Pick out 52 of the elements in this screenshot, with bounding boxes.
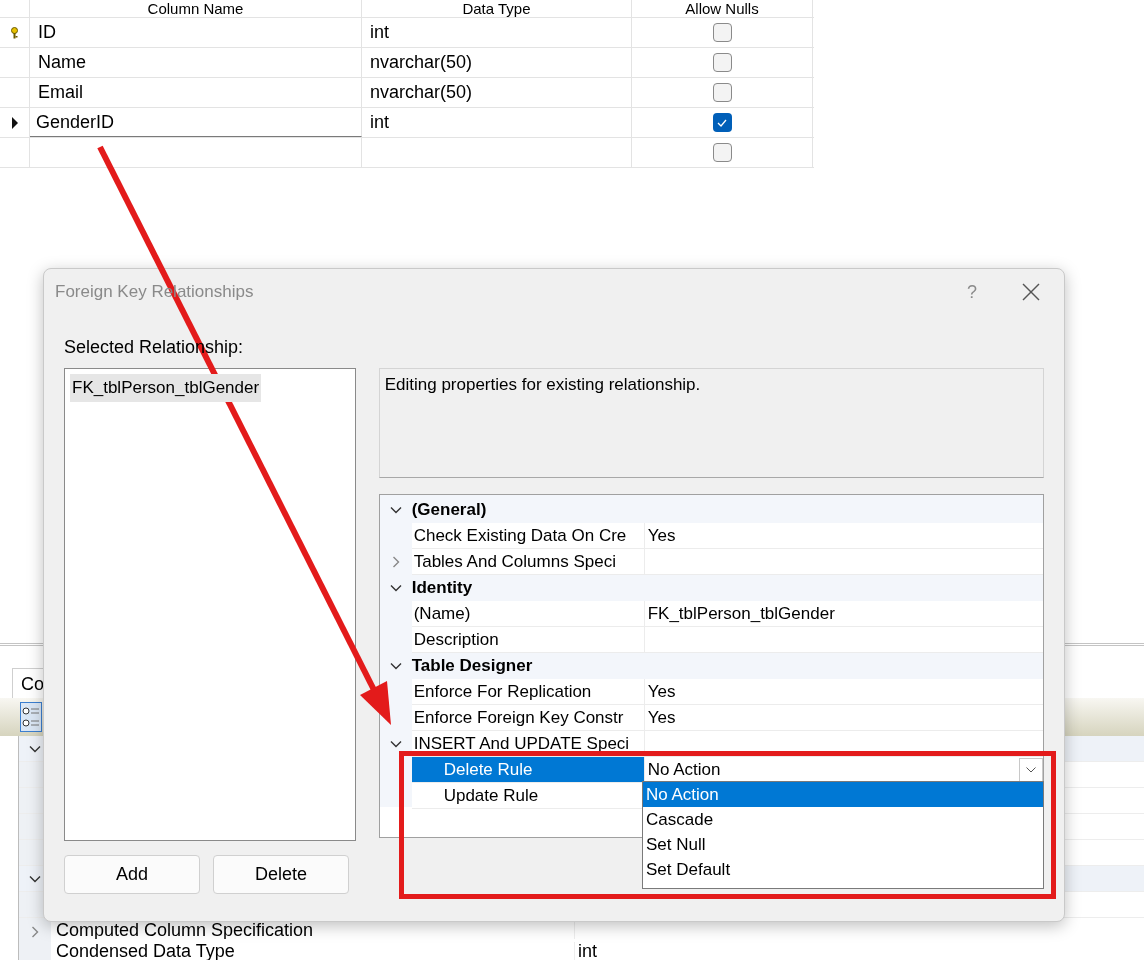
category-label: Identity — [411, 577, 473, 600]
table-cell-text: nvarchar(50) — [370, 51, 473, 74]
property-row[interactable]: Enforce For Replication Yes — [411, 679, 1043, 705]
description-text: Editing properties for existing relationship. — [384, 375, 701, 394]
property-row[interactable]: Delete Rule No Action — [411, 757, 1043, 783]
dropdown-option[interactable]: No Action — [643, 782, 1043, 807]
checkbox[interactable] — [712, 113, 732, 132]
dropdown-option[interactable]: Set Default — [643, 857, 1043, 882]
property-label: Enforce For Replication — [411, 679, 645, 704]
property-label: Tables And Columns Speci — [411, 549, 645, 574]
close-icon[interactable] — [1022, 283, 1040, 301]
column-header: Column Name — [30, 0, 362, 17]
combobox-value: No Action — [647, 758, 722, 781]
table-cell-text: ID — [38, 21, 56, 44]
property-row[interactable]: Description — [411, 627, 1043, 653]
dialog-button[interactable]: Delete — [213, 855, 349, 894]
table-cell-text: int — [370, 21, 389, 44]
property-value: Yes — [646, 524, 676, 547]
chevron-down-icon — [1026, 766, 1036, 773]
property-value: int — [577, 942, 597, 960]
checkbox[interactable] — [712, 53, 732, 72]
table-cell-text: Name — [38, 51, 86, 74]
checkbox[interactable] — [712, 23, 732, 42]
list-item[interactable]: FK_tblPerson_tblGender — [70, 374, 262, 402]
check-icon — [717, 118, 727, 127]
property-row[interactable]: Enforce Foreign Key Constr Yes — [411, 705, 1043, 731]
table-cell-text: Email — [38, 81, 83, 104]
property-label: Check Existing Data On Cre — [411, 523, 645, 548]
property-row[interactable]: Tables And Columns Speci — [411, 549, 1043, 575]
table-cell-text: nvarchar(50) — [370, 81, 473, 104]
dropdown-option[interactable]: Cascade — [643, 807, 1043, 832]
table-cell-text: int — [370, 111, 389, 134]
property-label: (Name) — [411, 601, 645, 626]
column-header: Allow Nulls — [632, 0, 813, 17]
column-header: Data Type — [362, 0, 632, 17]
categorized-view-icon[interactable] — [20, 702, 42, 732]
checkbox[interactable] — [712, 143, 732, 162]
property-label: Condensed Data Type — [51, 942, 575, 960]
property-value: FK_tblPerson_tblGender — [646, 602, 835, 625]
property-label: Delete Rule — [411, 757, 645, 782]
checkbox[interactable] — [712, 83, 732, 102]
category-label: Table Designer — [411, 655, 533, 678]
property-label: Description — [411, 627, 645, 652]
property-value: Yes — [646, 706, 676, 729]
dialog-button[interactable]: Add — [64, 855, 200, 894]
property-row[interactable]: Check Existing Data On Cre Yes — [411, 523, 1043, 549]
table-cell-text: GenderID — [36, 110, 115, 134]
property-row[interactable]: (Name) FK_tblPerson_tblGender — [411, 601, 1043, 627]
dropdown-option[interactable]: Set Null — [643, 832, 1043, 857]
category-label: (General) — [411, 499, 487, 522]
property-value: Yes — [646, 680, 676, 703]
property-label: Enforce Foreign Key Constr — [411, 705, 645, 730]
